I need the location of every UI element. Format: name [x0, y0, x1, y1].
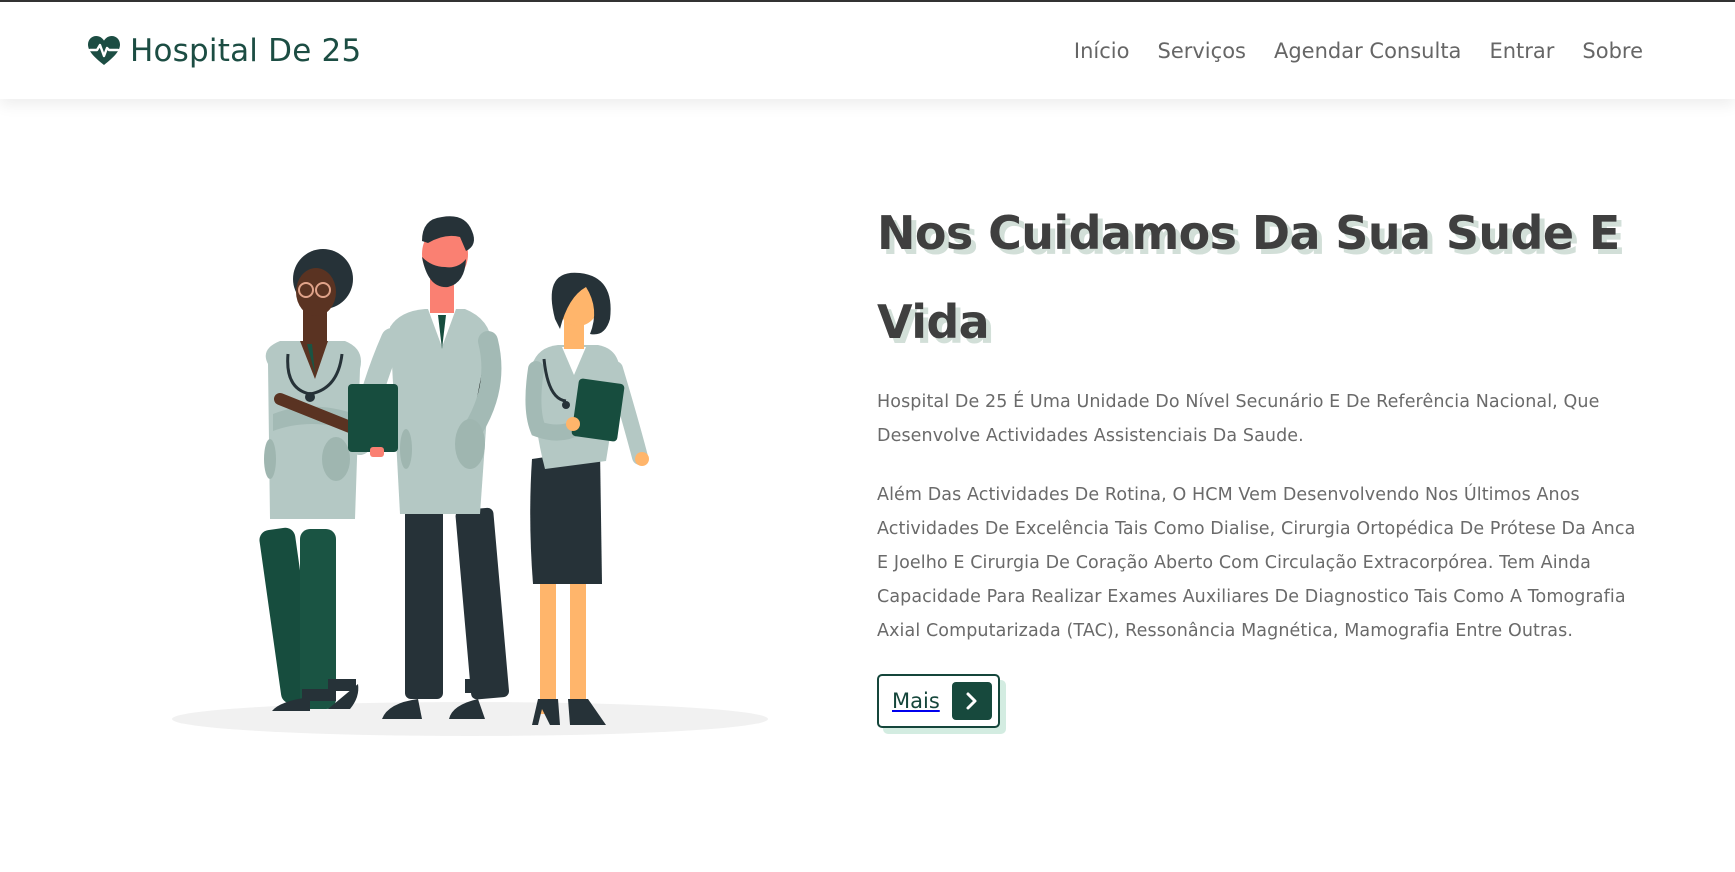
- brand-logo-link[interactable]: Hospital De 25: [88, 33, 361, 69]
- nav-link-inicio[interactable]: Início: [1074, 39, 1130, 63]
- doctor-middle-figure: [348, 216, 509, 719]
- chevron-right-icon: [951, 682, 992, 720]
- doctor-left-figure: [259, 249, 361, 711]
- hero-text-block: Nos Cuidamos Da Sua Sude E Vida Hospital…: [877, 189, 1647, 728]
- heartbeat-icon: [88, 35, 120, 65]
- hero-title: Nos Cuidamos Da Sua Sude E Vida: [877, 206, 1620, 349]
- nav-link-agendar-consulta[interactable]: Agendar Consulta: [1274, 39, 1461, 63]
- more-button[interactable]: Mais: [877, 674, 1000, 728]
- doctor-right-figure: [525, 272, 649, 725]
- nav-link-sobre[interactable]: Sobre: [1582, 39, 1643, 63]
- hero-section: Nos Cuidamos Da Sua Sude E Vida Hospital…: [0, 99, 1735, 872]
- brand-name: Hospital De 25: [130, 32, 362, 69]
- more-button-label: Mais: [892, 689, 940, 713]
- main-nav: Início Serviços Agendar Consulta Entrar …: [1074, 39, 1643, 63]
- doctors-illustration: [172, 216, 768, 736]
- hero-paragraph-intro: Hospital De 25 É Uma Unidade Do Nível Se…: [877, 392, 1600, 446]
- nav-link-entrar[interactable]: Entrar: [1489, 39, 1554, 63]
- site-header: Hospital De 25 Início Serviços Agendar C…: [0, 2, 1735, 99]
- nav-link-servicos[interactable]: Serviços: [1158, 39, 1246, 63]
- hero-paragraph-details: Além Das Actividades De Rotina, O HCM Ve…: [877, 485, 1636, 641]
